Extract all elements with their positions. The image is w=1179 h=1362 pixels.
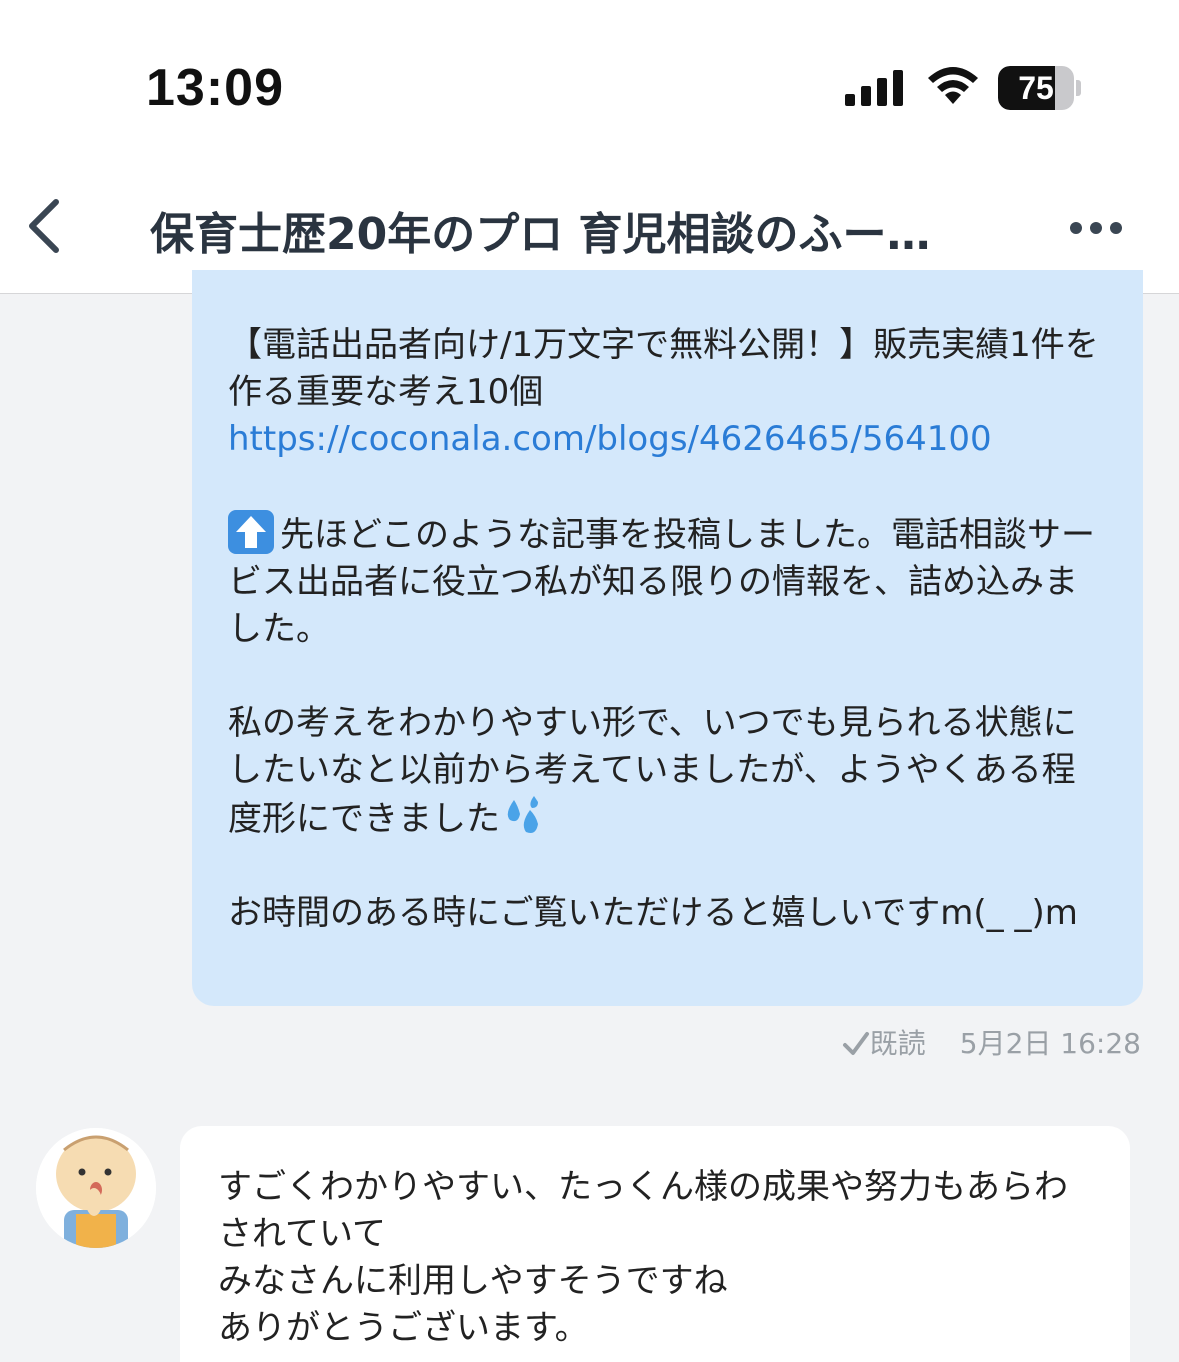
message-meta: 既読 5月2日 16:28 [842,1022,1141,1062]
signal-icon [845,70,903,106]
avatar[interactable] [36,1128,156,1248]
up-arrow-emoji-icon [228,510,274,554]
message-text: すごくわかりやすい、たっくん様の成果や努力もあらわされていて みなさんに利用しや… [218,1164,1094,1352]
wifi-icon [928,67,978,104]
received-message-bubble[interactable]: すごくわかりやすい、たっくん様の成果や努力もあらわされていて みなさんに利用しや… [180,1126,1130,1362]
message-link[interactable]: https://coconala.com/blogs/4626465/56410… [228,419,992,459]
message-paragraph: 私の考えをわかりやすい形で、いつでも見られる状態にしたいなと以前から考えていまし… [228,703,1077,839]
read-status: 既読 [869,1027,926,1060]
message-timestamp: 5月2日 16:28 [959,1027,1141,1060]
back-button[interactable] [20,190,80,260]
chat-screen: 13:09 75 保育士歴20年のプロ 育児相談のふー… 【電話出品者向け/1万… [0,0,1179,1362]
message-line: 【電話出品者向け/1万文字で無料公開！】販売実績1件を作る重要な考え10個 [228,325,1099,412]
ellipsis-icon [1070,222,1122,234]
chevron-left-icon [29,199,59,253]
page-title: 保育士歴20年のプロ 育児相談のふー… [150,209,931,260]
battery-percent: 75 [1018,70,1054,106]
message-line: すごくわかりやすい、たっくん様の成果や努力もあらわされていて [218,1167,1068,1254]
battery-icon: 75 [998,66,1082,110]
status-bar: 13:09 75 [0,0,1179,160]
message-paragraph: 先ほどこのような記事を投稿しました。電話相談サービス出品者に役立つ私が知る限りの… [228,510,1107,653]
message-text: 【電話出品者向け/1万文字で無料公開！】販売実績1件を作る重要な考え10個 ht… [228,322,1107,937]
message-line: ありがとうございます。 [218,1308,589,1348]
message-line: みなさんに利用しやすそうですね [218,1261,728,1301]
status-time: 13:09 [146,59,284,117]
sweat-droplets-emoji-icon [507,796,538,833]
sent-message-bubble[interactable]: 【電話出品者向け/1万文字で無料公開！】販売実績1件を作る重要な考え10個 ht… [192,270,1143,1006]
check-icon [842,1032,869,1055]
more-button[interactable] [1062,208,1132,248]
avatar-illustration-icon [36,1128,156,1248]
message-paragraph: お時間のある時にご覧いただけると嬉しいですm(_ _)m [228,893,1078,933]
